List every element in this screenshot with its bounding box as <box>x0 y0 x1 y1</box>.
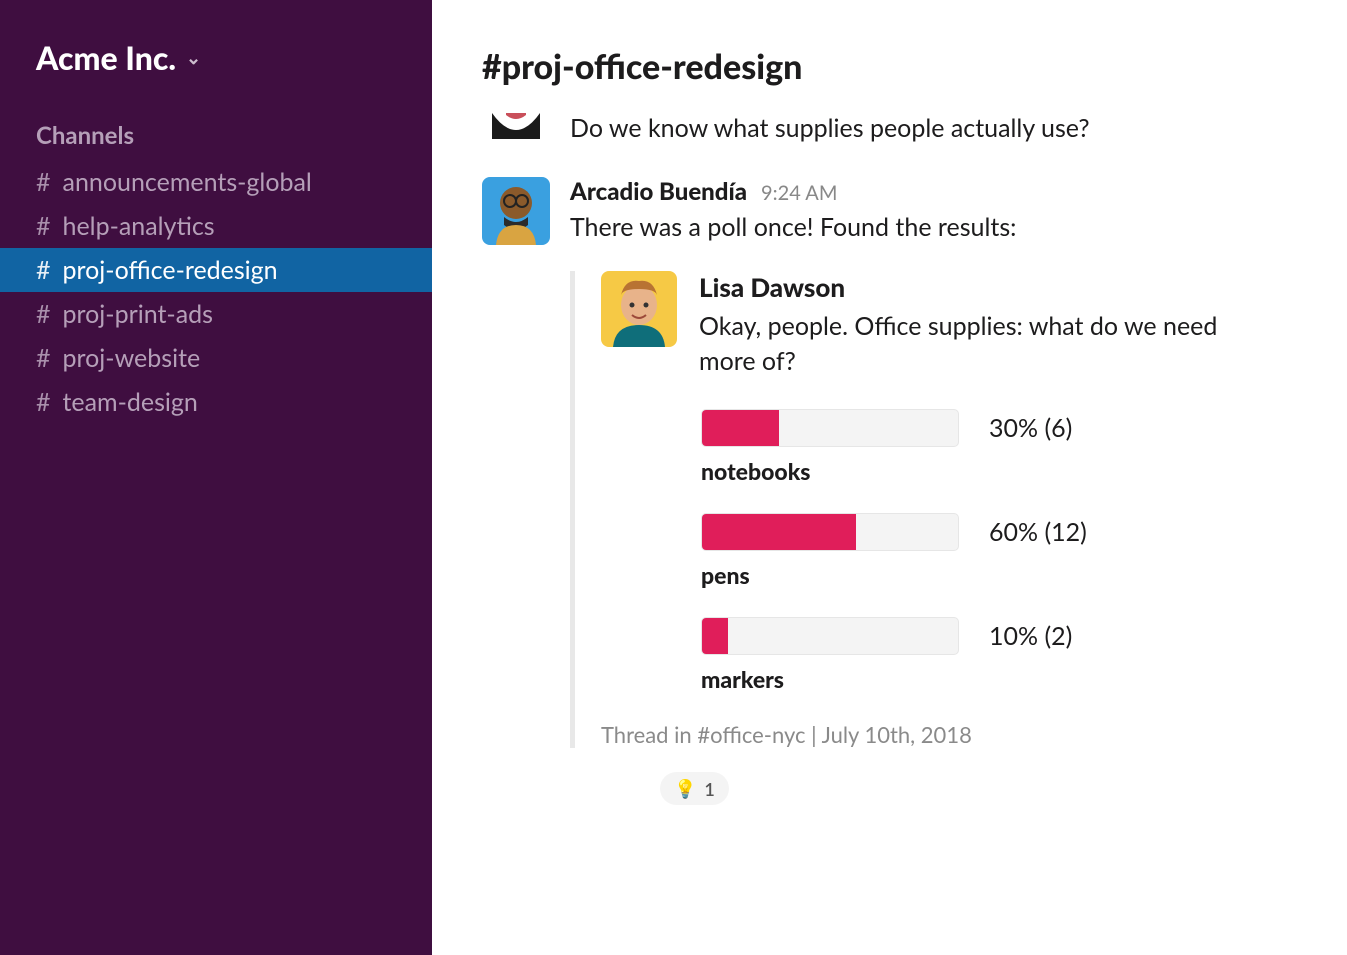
reaction-bulb[interactable]: 💡 1 <box>660 772 729 805</box>
main-panel: #proj-office-redesign Do we know what su… <box>432 0 1347 955</box>
hash-icon: # <box>36 299 51 329</box>
channel-item-proj-print-ads[interactable]: # proj-print-ads <box>0 292 432 336</box>
message: Arcadio Buendía 9:24 AM There was a poll… <box>482 177 1297 805</box>
channel-title: #proj-office-redesign <box>482 46 1297 87</box>
message-timestamp: 9:24 AM <box>761 181 837 205</box>
poll-value: 30% (6) <box>989 413 1072 443</box>
hash-icon: # <box>36 211 51 241</box>
poll-bar[interactable] <box>701 513 959 551</box>
channel-item-team-design[interactable]: # team-design <box>0 380 432 424</box>
poll-label: notebooks <box>701 457 1297 485</box>
avatar <box>482 177 550 245</box>
message-attachment: Lisa Dawson Okay, people. Office supplie… <box>570 271 1297 748</box>
channel-name: help-analytics <box>63 211 215 241</box>
avatar <box>601 271 677 347</box>
poll-bar-fill <box>702 514 856 550</box>
reaction-bar: 💡 1 <box>660 772 1297 805</box>
channel-list: # announcements-global # help-analytics # pro… <box>0 160 432 424</box>
channel-name: proj-office-redesign <box>63 255 278 285</box>
sidebar: Acme Inc. ⌄ Channels # announcements-glob… <box>0 0 432 955</box>
message-text: There was a poll once! Found the results… <box>570 210 1297 245</box>
hash-icon: # <box>36 387 51 417</box>
message-author: Arcadio Buendía <box>570 177 747 206</box>
channel-name: team-design <box>63 387 198 417</box>
workspace-switcher[interactable]: Acme Inc. ⌄ <box>0 38 432 79</box>
channel-name: proj-website <box>63 343 201 373</box>
poll-bar[interactable] <box>701 409 959 447</box>
poll-label: markers <box>701 665 1297 693</box>
chevron-down-icon: ⌄ <box>186 46 201 69</box>
channel-item-announcements-global[interactable]: # announcements-global <box>0 160 432 204</box>
poll-option-pens: 60% (12) pens <box>701 513 1297 589</box>
hash-icon: # <box>36 343 51 373</box>
avatar <box>482 113 550 139</box>
reaction-count: 1 <box>704 778 714 800</box>
channel-item-proj-office-redesign[interactable]: # proj-office-redesign <box>0 248 432 292</box>
poll-bar-fill <box>702 618 728 654</box>
channel-name: announcements-global <box>63 167 312 197</box>
hash-icon: # <box>36 255 51 285</box>
lightbulb-icon: 💡 <box>674 777 696 800</box>
poll-bar-fill <box>702 410 779 446</box>
message-previous: Do we know what supplies people actually… <box>482 113 1297 143</box>
channels-section-header: Channels <box>0 79 432 160</box>
workspace-name-text: Acme Inc. <box>36 38 176 77</box>
channel-name: proj-print-ads <box>63 299 213 329</box>
attachment-text: Okay, people. Office supplies: what do w… <box>699 309 1259 379</box>
hash-icon: # <box>36 167 51 197</box>
poll-option-notebooks: 30% (6) notebooks <box>701 409 1297 485</box>
channel-item-help-analytics[interactable]: # help-analytics <box>0 204 432 248</box>
channel-item-proj-website[interactable]: # proj-website <box>0 336 432 380</box>
poll-label: pens <box>701 561 1297 589</box>
poll-option-markers: 10% (2) markers <box>701 617 1297 693</box>
attachment-footer: Thread in #office-nyc | July 10th, 2018 <box>601 721 1297 748</box>
poll-value: 60% (12) <box>989 517 1087 547</box>
poll-value: 10% (2) <box>989 621 1072 651</box>
message-text: Do we know what supplies people actually… <box>570 113 1297 143</box>
attachment-author: Lisa Dawson <box>699 271 1297 303</box>
poll: 30% (6) notebooks 60% (12) pens 10% (2) marke… <box>601 409 1297 693</box>
poll-bar[interactable] <box>701 617 959 655</box>
